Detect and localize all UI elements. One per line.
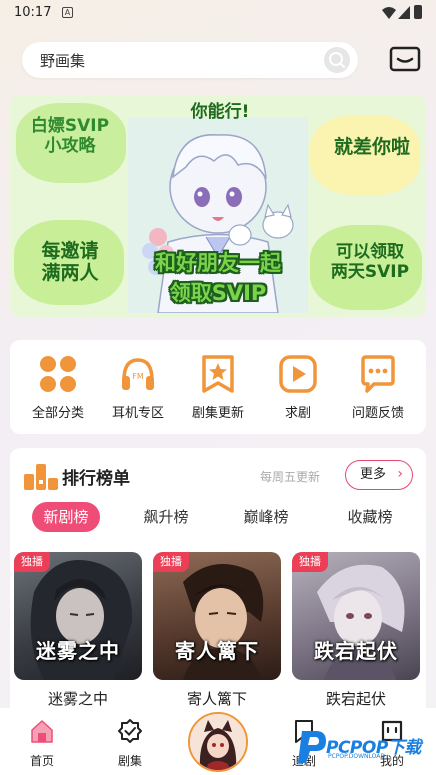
cover-title-art: 跌宕起伏 <box>314 639 398 663</box>
menu-item-request[interactable]: 求剧 <box>258 354 338 421</box>
menu-label: 耳机专区 <box>111 406 164 421</box>
banner-text-bottom-right: 可以领取 两天SVIP <box>330 242 410 282</box>
pcpop-logo-icon <box>298 731 326 763</box>
more-label: 更多 <box>360 467 387 482</box>
menu-item-headphones[interactable]: FM 耳机专区 <box>98 354 178 421</box>
exclusive-badge: 独播 <box>14 552 50 572</box>
search-input[interactable]: 野画集 <box>40 50 85 71</box>
ranking-icon <box>24 464 58 490</box>
banner-text-top-center: 你能行! <box>190 102 250 122</box>
chevron-right-icon: › <box>397 466 403 482</box>
menu-item-episode-updates[interactable]: 剧集更新 <box>178 354 258 421</box>
headphones-icon: FM <box>118 354 158 394</box>
watermark: PCPOP下载 PCPOP.DOWNLOAD <box>296 725 432 769</box>
drama-name[interactable]: 寄人篱下 <box>153 688 281 709</box>
center-avatar-button[interactable] <box>188 712 248 772</box>
cover-title-art: 寄人篱下 <box>175 639 259 663</box>
nav-item-dramas[interactable]: 剧集 <box>100 718 160 769</box>
banner-text-center-line1: 和好朋友一起 <box>155 251 281 275</box>
avatar-icon <box>190 714 246 770</box>
tab-rising[interactable]: 飙升榜 <box>132 502 200 532</box>
svg-text:FM: FM <box>132 372 144 381</box>
nav-label: 剧集 <box>117 754 142 768</box>
wifi-icon <box>382 7 396 19</box>
exclusive-badge: 独播 <box>153 552 189 572</box>
menu-label: 剧集更新 <box>191 406 244 421</box>
drama-cover[interactable]: 独播 迷雾之中 <box>14 552 142 680</box>
menu-item-feedback[interactable]: 问题反馈 <box>338 354 418 421</box>
promo-banner[interactable]: 白嫖SVIP 小攻略 你能行! 就差你啦 每邀请 满两人 可以领取 两天SVIP… <box>10 95 426 317</box>
chat-icon <box>358 354 398 394</box>
tab-new[interactable]: 新剧榜 <box>32 502 100 532</box>
play-icon <box>278 354 318 394</box>
tab-peak[interactable]: 巅峰榜 <box>232 502 300 532</box>
tab-favorites[interactable]: 收藏榜 <box>336 502 404 532</box>
battery-icon <box>414 5 422 19</box>
menu-label: 全部分类 <box>31 406 84 421</box>
nav-item-home[interactable]: 首页 <box>12 718 72 769</box>
cover-title-art: 迷雾之中 <box>36 639 120 663</box>
grid-icon <box>38 354 78 394</box>
home-icon <box>31 720 53 743</box>
nav-label: 首页 <box>29 754 54 768</box>
banner-text-bottom-left: 每邀请 满两人 <box>41 240 99 284</box>
watermark-subtext: PCPOP.DOWNLOAD <box>328 753 385 760</box>
drama-cover[interactable]: 独播 寄人篱下 <box>153 552 281 680</box>
drama-name[interactable]: 迷雾之中 <box>14 688 142 709</box>
menu-label: 求剧 <box>284 406 311 421</box>
search-bar[interactable]: 野画集 <box>22 42 358 78</box>
signal-icon <box>398 6 410 19</box>
menu-label: 问题反馈 <box>351 406 404 421</box>
menu-item-all-categories[interactable]: 全部分类 <box>18 354 98 421</box>
quick-menu: 全部分类 FM 耳机专区 剧集更新 求剧 问题反馈 <box>10 340 426 434</box>
drama-name[interactable]: 跌宕起伏 <box>292 688 420 709</box>
badge-check-icon <box>118 719 142 743</box>
ranking-card: 排行榜单 每周五更新 更多 › 新剧榜 飙升榜 巅峰榜 收藏榜 独播 迷雾之中 … <box>10 448 426 718</box>
exclusive-badge: 独播 <box>292 552 328 572</box>
ranking-title: 排行榜单 <box>62 469 130 489</box>
inbox-icon[interactable] <box>389 46 421 72</box>
more-button[interactable]: 更多 › <box>345 460 413 490</box>
banner-text-top-right: 就差你啦 <box>333 136 410 158</box>
status-time: 10:17 <box>14 5 52 20</box>
banner-text-top-left: 白嫖SVIP 小攻略 <box>30 116 110 156</box>
ranking-update-note: 每周五更新 <box>260 470 321 484</box>
status-bar: 10:17 A <box>0 0 436 28</box>
star-bookmark-icon <box>198 354 238 394</box>
drama-cover[interactable]: 独播 跌宕起伏 <box>292 552 420 680</box>
banner-text-center-line2: 领取SVIP <box>169 281 267 305</box>
notification-icon: A <box>62 7 73 18</box>
search-icon[interactable] <box>324 47 350 73</box>
